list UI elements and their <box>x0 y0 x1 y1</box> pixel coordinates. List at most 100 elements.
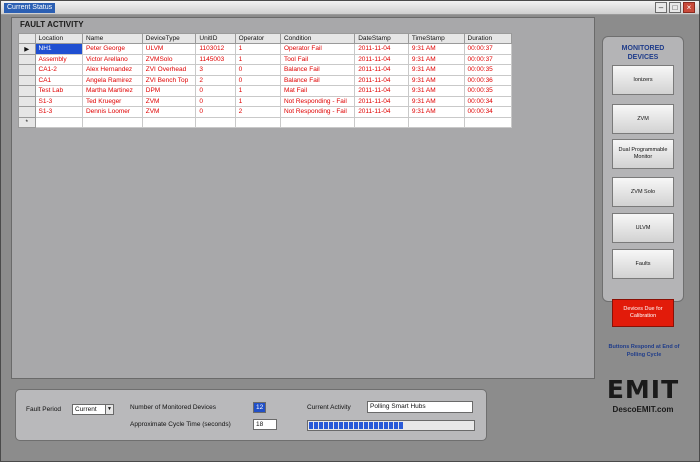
cell-operator[interactable]: 0 <box>234 74 281 86</box>
cell-duration[interactable]: 00:00:37 <box>463 43 512 55</box>
dual-programmable-monitor-button[interactable]: Dual Programmable Monitor <box>612 139 674 169</box>
cell-operator[interactable]: 1 <box>234 95 281 107</box>
cell-name[interactable]: Martha Martinez <box>81 85 143 97</box>
cell-name[interactable]: Dennis Loomer <box>81 106 143 118</box>
cell-datestamp[interactable]: 2011-11-04 <box>354 95 409 107</box>
cell-datestamp[interactable]: 2011-11-04 <box>354 74 409 86</box>
table-row[interactable]: ▶ NH1 Peter George ULVM 1103012 1 Operator Fai… <box>18 43 512 55</box>
cell-location[interactable]: CA1 <box>34 74 83 86</box>
col-unitid[interactable]: UnitID <box>195 33 236 44</box>
cell-datestamp[interactable]: 2011-11-04 <box>354 85 409 97</box>
cell-operator[interactable]: 0 <box>234 64 281 76</box>
cell-name[interactable]: Victor Arellano <box>81 53 143 65</box>
row-header[interactable]: ▶ <box>18 43 36 55</box>
cell-datestamp[interactable]: 2011-11-04 <box>354 43 409 55</box>
cell-operator[interactable]: 1 <box>234 43 281 55</box>
new-row-cell[interactable] <box>354 116 409 128</box>
cell-operator[interactable]: 2 <box>234 106 281 118</box>
cell-condition[interactable]: Balance Fail <box>279 64 356 76</box>
cell-duration[interactable]: 00:00:36 <box>463 74 512 86</box>
cell-condition[interactable]: Tool Fail <box>279 53 356 65</box>
cell-timestamp[interactable]: 9:31 AM <box>407 85 465 97</box>
new-row-cell[interactable] <box>81 116 143 128</box>
cell-condition[interactable]: Mat Fail <box>279 85 356 97</box>
table-row[interactable]: Assembly Victor Arellano ZVMSolo 1145003 1 To… <box>18 53 512 65</box>
cell-unitid[interactable]: 2 <box>195 74 236 86</box>
new-row-cell[interactable] <box>141 116 197 128</box>
minimize-button[interactable]: – <box>655 2 667 13</box>
cell-timestamp[interactable]: 9:31 AM <box>407 74 465 86</box>
new-row[interactable]: * <box>18 116 512 128</box>
new-row-cell[interactable] <box>279 116 356 128</box>
col-condition[interactable]: Condition <box>279 33 356 44</box>
table-row[interactable]: CA1-2 Alex Hernandez ZVI Overhead 3 0 Balance… <box>18 64 512 76</box>
close-button[interactable]: × <box>683 2 695 13</box>
chevron-down-icon[interactable]: ▼ <box>105 405 113 414</box>
col-devicetype[interactable]: DeviceType <box>141 33 197 44</box>
cell-unitid[interactable]: 0 <box>195 85 236 97</box>
cell-unitid[interactable]: 0 <box>195 106 236 118</box>
cell-condition[interactable]: Balance Fail <box>279 74 356 86</box>
col-operator[interactable]: Operator <box>234 33 281 44</box>
cell-location[interactable]: Assembly <box>34 53 83 65</box>
cell-name[interactable]: Alex Hernandez <box>81 64 143 76</box>
row-header[interactable] <box>18 85 36 97</box>
cell-datestamp[interactable]: 2011-11-04 <box>354 64 409 76</box>
cell-condition[interactable]: Operator Fail <box>279 43 356 55</box>
cell-timestamp[interactable]: 9:31 AM <box>407 106 465 118</box>
cell-name[interactable]: Ted Krueger <box>81 95 143 107</box>
cell-datestamp[interactable]: 2011-11-04 <box>354 53 409 65</box>
row-header[interactable] <box>18 64 36 76</box>
new-row-cell[interactable] <box>234 116 281 128</box>
cell-datestamp[interactable]: 2011-11-04 <box>354 106 409 118</box>
cell-devicetype[interactable]: ZVI Bench Top <box>141 74 197 86</box>
cell-devicetype[interactable]: DPM <box>141 85 197 97</box>
table-row[interactable]: S1-3 Dennis Loomer ZVM 0 2 Not Responding - F… <box>18 106 512 118</box>
zvm-button[interactable]: ZVM <box>612 104 674 134</box>
cell-timestamp[interactable]: 9:31 AM <box>407 64 465 76</box>
cell-devicetype[interactable]: ZVMSolo <box>141 53 197 65</box>
new-row-cell[interactable] <box>463 116 512 128</box>
cell-timestamp[interactable]: 9:31 AM <box>407 53 465 65</box>
table-row[interactable]: S1-3 Ted Krueger ZVM 0 1 Not Responding - Fai… <box>18 95 512 107</box>
row-header[interactable] <box>18 106 36 118</box>
cell-location[interactable]: S1-3 <box>34 106 83 118</box>
col-datestamp[interactable]: DateStamp <box>354 33 409 44</box>
maximize-button[interactable]: □ <box>669 2 681 13</box>
ulvm-button[interactable]: ULVM <box>612 213 674 243</box>
cell-unitid[interactable]: 3 <box>195 64 236 76</box>
col-duration[interactable]: Duration <box>463 33 512 44</box>
faults-button[interactable]: Faults <box>612 249 674 279</box>
col-location[interactable]: Location <box>34 33 83 44</box>
cell-timestamp[interactable]: 9:31 AM <box>407 95 465 107</box>
cell-name[interactable]: Angela Ramirez <box>81 74 143 86</box>
ionizers-button[interactable]: Ionizers <box>612 65 674 95</box>
cell-duration[interactable]: 00:00:37 <box>463 53 512 65</box>
cell-timestamp[interactable]: 9:31 AM <box>407 43 465 55</box>
cell-location[interactable]: Test Lab <box>34 85 83 97</box>
cell-condition[interactable]: Not Responding - Fail <box>279 106 356 118</box>
cell-location[interactable]: NH1 <box>34 43 83 55</box>
new-row-cell[interactable] <box>34 116 83 128</box>
table-row[interactable]: CA1 Angela Ramirez ZVI Bench Top 2 0 Balance … <box>18 74 512 86</box>
cell-operator[interactable]: 1 <box>234 85 281 97</box>
row-header[interactable] <box>18 74 36 86</box>
cell-name[interactable]: Peter George <box>81 43 143 55</box>
cell-condition[interactable]: Not Responding - Fail <box>279 95 356 107</box>
row-header[interactable] <box>18 95 36 107</box>
cell-devicetype[interactable]: ZVI Overhead <box>141 64 197 76</box>
cell-devicetype[interactable]: ZVM <box>141 106 197 118</box>
table-row[interactable]: Test Lab Martha Martinez DPM 0 1 Mat Fail 2011… <box>18 85 512 97</box>
cell-unitid[interactable]: 1145003 <box>195 53 236 65</box>
cell-operator[interactable]: 1 <box>234 53 281 65</box>
col-name[interactable]: Name <box>81 33 143 44</box>
new-row-cell[interactable] <box>407 116 465 128</box>
cell-duration[interactable]: 00:00:35 <box>463 64 512 76</box>
row-header[interactable] <box>18 53 36 65</box>
fault-period-select[interactable]: Current ▼ <box>72 404 114 415</box>
cell-location[interactable]: S1-3 <box>34 95 83 107</box>
cell-unitid[interactable]: 1103012 <box>195 43 236 55</box>
cell-duration[interactable]: 00:00:34 <box>463 106 512 118</box>
zvm-solo-button[interactable]: ZVM Solo <box>612 177 674 207</box>
cell-unitid[interactable]: 0 <box>195 95 236 107</box>
